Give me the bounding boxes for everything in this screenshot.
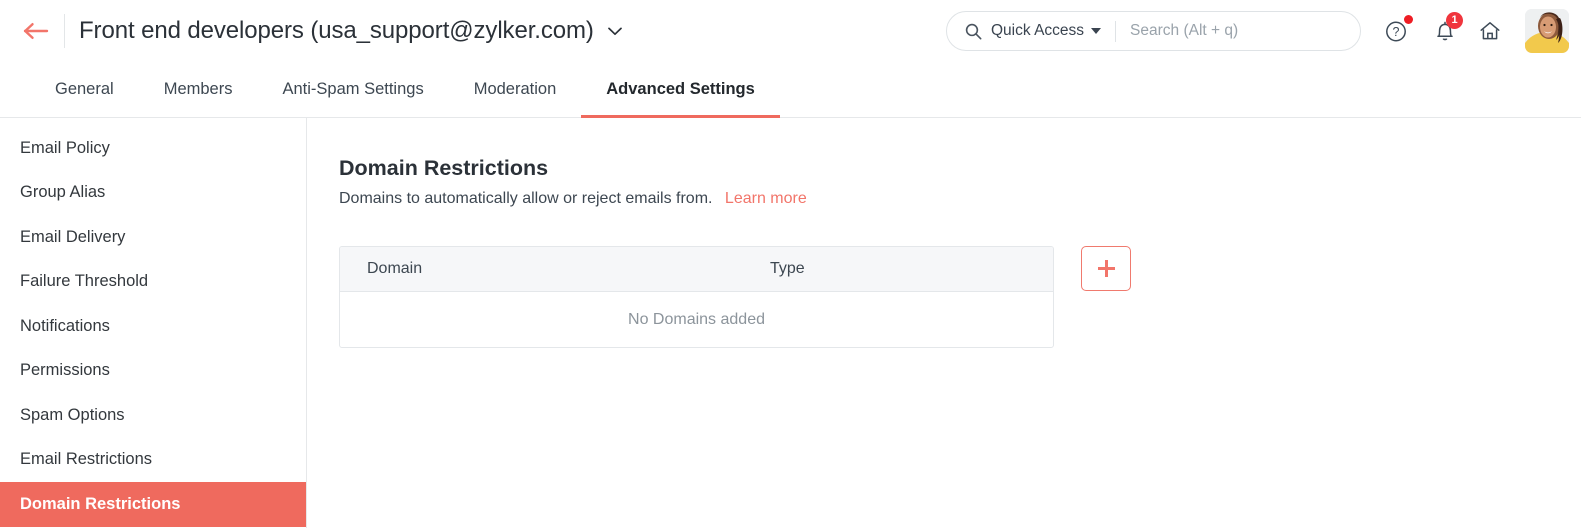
column-header-type: Type xyxy=(770,260,805,277)
home-icon xyxy=(1480,22,1500,40)
domains-table-group: Domain Type No Domains added xyxy=(339,246,1581,348)
column-header-domain: Domain xyxy=(367,260,423,277)
top-bar: Front end developers (usa_support@zylker… xyxy=(0,0,1581,62)
tab-members[interactable]: Members xyxy=(139,62,258,117)
tab-general[interactable]: General xyxy=(30,62,139,117)
header-divider xyxy=(64,14,65,48)
section-description: Domains to automatically allow or reject… xyxy=(339,190,1581,208)
search-divider xyxy=(1115,20,1117,42)
svg-text:?: ? xyxy=(1393,25,1400,39)
learn-more-link[interactable]: Learn more xyxy=(725,190,807,207)
sidebar-item-domain-restrictions[interactable]: Domain Restrictions xyxy=(0,482,306,527)
notifications-button[interactable]: 1 xyxy=(1428,12,1463,48)
tab-moderation[interactable]: Moderation xyxy=(449,62,582,117)
top-bar-actions: Quick Access ? 1 xyxy=(946,0,1581,62)
global-search[interactable]: Quick Access xyxy=(946,11,1361,51)
sidebar-item-group-alias[interactable]: Group Alias xyxy=(0,171,306,216)
alert-dot-icon xyxy=(1404,15,1413,24)
caret-down-icon[interactable] xyxy=(1091,28,1102,34)
content-area: Email Policy Group Alias Email Delivery … xyxy=(0,118,1581,528)
sidebar-item-failure-threshold[interactable]: Failure Threshold xyxy=(0,260,306,305)
tab-anti-spam-settings[interactable]: Anti-Spam Settings xyxy=(257,62,448,117)
tab-advanced-settings[interactable]: Advanced Settings xyxy=(581,62,780,118)
page-title: Front end developers (usa_support@zylker… xyxy=(79,17,594,44)
notification-badge: 1 xyxy=(1446,12,1463,29)
back-button[interactable] xyxy=(14,9,58,53)
sidebar-item-spam-options[interactable]: Spam Options xyxy=(0,393,306,438)
quick-access-selector[interactable]: Quick Access xyxy=(991,22,1084,40)
sidebar-item-email-restrictions[interactable]: Email Restrictions xyxy=(0,438,306,483)
plus-icon xyxy=(1097,260,1115,277)
section-description-text: Domains to automatically allow or reject… xyxy=(339,190,713,207)
section-title: Domain Restrictions xyxy=(339,156,549,180)
chevron-down-icon[interactable] xyxy=(607,27,622,36)
add-domain-button[interactable] xyxy=(1081,246,1131,291)
table-header-row: Domain Type xyxy=(340,247,1053,292)
sidebar-item-email-delivery[interactable]: Email Delivery xyxy=(0,215,306,260)
home-button[interactable] xyxy=(1473,14,1507,48)
sidebar-item-email-policy[interactable]: Email Policy xyxy=(0,126,306,171)
settings-sidebar: Email Policy Group Alias Email Delivery … xyxy=(0,118,307,528)
arrow-left-icon xyxy=(23,23,49,39)
domains-table: Domain Type No Domains added xyxy=(339,246,1054,348)
search-icon xyxy=(965,23,982,39)
sidebar-item-notifications[interactable]: Notifications xyxy=(0,304,306,349)
help-button[interactable]: ? xyxy=(1380,14,1414,48)
search-input[interactable] xyxy=(1130,22,1350,40)
table-empty-state: No Domains added xyxy=(628,310,765,328)
avatar[interactable] xyxy=(1525,9,1569,53)
avatar-image xyxy=(1525,9,1569,53)
sidebar-item-permissions[interactable]: Permissions xyxy=(0,349,306,394)
settings-tabs: General Members Anti-Spam Settings Moder… xyxy=(0,62,1581,118)
main-panel: Domain Restrictions Domains to automatic… xyxy=(307,118,1581,528)
group-title-group[interactable]: Front end developers (usa_support@zylker… xyxy=(79,17,622,45)
